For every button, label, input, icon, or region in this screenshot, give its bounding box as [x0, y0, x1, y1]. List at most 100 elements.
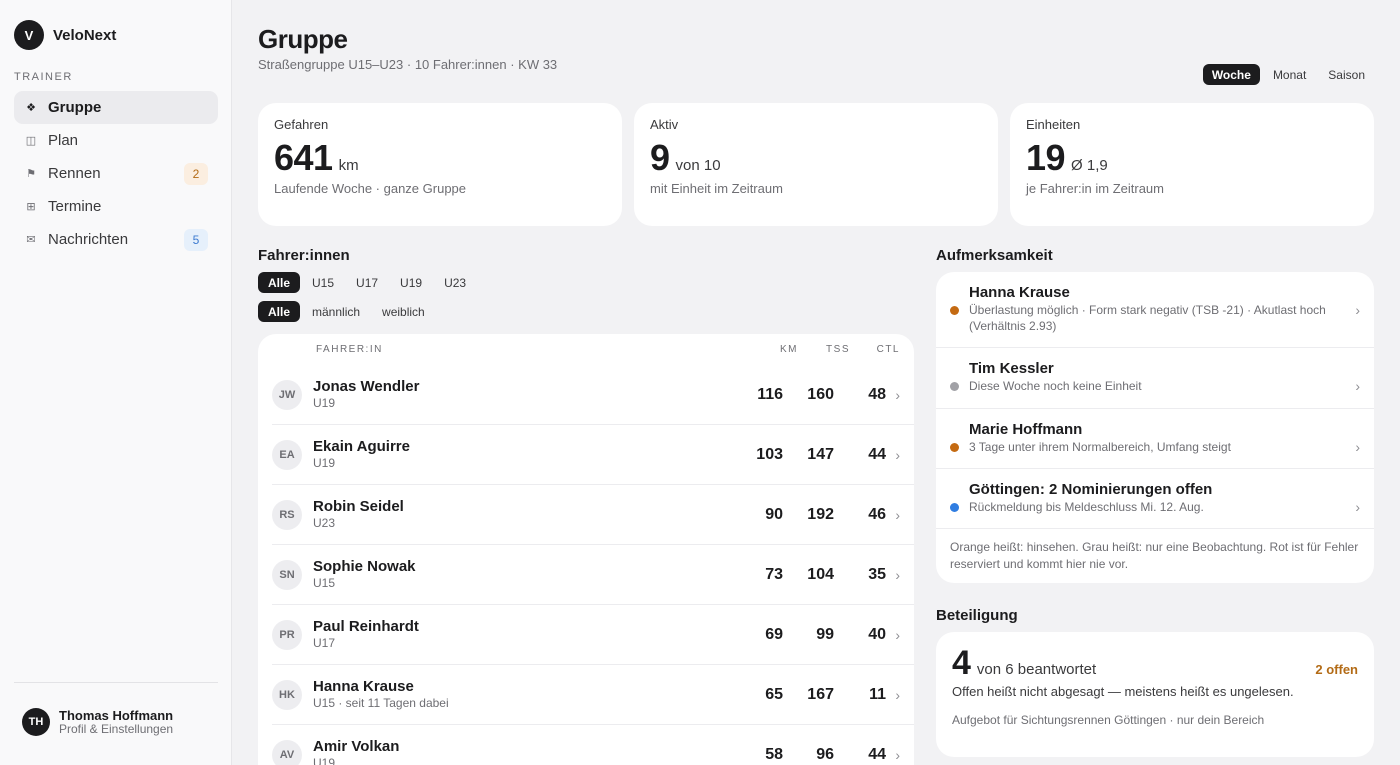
attention-item[interactable]: Göttingen: 2 Nominierungen offen Rückmeld…	[936, 469, 1374, 529]
table-row[interactable]: SN Sophie Nowak U15 73 104 35 ›	[272, 545, 914, 605]
table-row[interactable]: RS Robin Seidel U23 90 192 46 ›	[272, 485, 914, 545]
filter-age-alle[interactable]: Alle	[258, 272, 301, 293]
attention-item-title: Hanna Krause	[969, 284, 1070, 301]
kpi-desc: Laufende Woche · ganze Gruppe	[274, 181, 467, 196]
riders-title: Fahrer:innen	[258, 247, 350, 264]
avatar: AV	[272, 739, 302, 765]
rider-km: 90	[765, 505, 783, 523]
kpi-unit: von 10	[675, 157, 721, 174]
rider-name: Ekain Aguirre	[313, 438, 410, 455]
attention-item[interactable]: Marie Hoffmann 3 Tage unter ihrem Normalb…	[936, 409, 1374, 469]
kpi-value: 641	[274, 137, 333, 178]
chevron-right-icon: ›	[895, 446, 900, 463]
rider-ctl: 40	[868, 625, 886, 643]
filter-gender-alle[interactable]: Alle	[258, 301, 301, 322]
chevron-right-icon: ›	[1355, 439, 1360, 455]
gender-filter: Alle männlich weiblich	[258, 301, 435, 322]
participation-card[interactable]: 4 von 6 beantwortet 2 offen Offen heißt …	[936, 632, 1374, 757]
filter-age-u15[interactable]: U15	[302, 272, 344, 293]
user-sub: Profil & Einstellungen	[59, 721, 174, 736]
kpi-label: Gefahren	[274, 117, 329, 132]
page-subtitle: Straßengruppe U15–U23 · 10 Fahrer:innen …	[258, 57, 558, 72]
status-dot-icon	[950, 382, 959, 391]
column-header-km[interactable]: KM	[766, 344, 798, 355]
filter-gender-maennlich[interactable]: männlich	[302, 301, 370, 322]
sidebar-item-rennen[interactable]: ⚑ Rennen 2	[14, 157, 218, 190]
page-title: Gruppe	[258, 24, 348, 54]
rider-ctl: 46	[868, 505, 886, 523]
sidebar-item-plan[interactable]: ◫ Plan	[14, 124, 218, 157]
sidebar-item-gruppe[interactable]: ❖ Gruppe	[14, 91, 218, 124]
rider-name: Jonas Wendler	[313, 378, 420, 395]
age-filter: Alle U15 U17 U19 U23	[258, 272, 476, 293]
brand-logo: V	[14, 20, 44, 50]
period-monat[interactable]: Monat	[1264, 64, 1315, 85]
filter-age-u19[interactable]: U19	[390, 272, 432, 293]
profile-link[interactable]: TH Thomas Hoffmann Profil & Einstellunge…	[14, 682, 218, 736]
avatar: PR	[272, 619, 302, 650]
chevron-right-icon: ›	[1355, 302, 1360, 318]
attention-item[interactable]: Tim Kessler Diese Woche noch keine Einhei…	[936, 348, 1374, 409]
kpi-unit: km	[338, 157, 359, 174]
sidebar-item-termine[interactable]: ⊞ Termine	[14, 190, 218, 223]
avatar: TH	[22, 708, 50, 736]
table-row[interactable]: AV Amir Volkan U19 58 96 44 ›	[272, 725, 914, 765]
rider-km: 116	[757, 385, 783, 403]
chevron-right-icon: ›	[895, 566, 900, 583]
kpi-value: 9	[650, 137, 670, 178]
period-woche[interactable]: Woche	[1202, 64, 1260, 85]
participation-of: von 6 beantwortet	[976, 661, 1097, 678]
column-header-ctl[interactable]: CTL	[850, 344, 900, 355]
rider-ctl: 35	[868, 565, 886, 583]
filter-age-u23[interactable]: U23	[434, 272, 476, 293]
kpi-row: Gefahren 641 km Laufende Woche · ganze Gr…	[258, 103, 1374, 226]
participation-title: Beteiligung	[936, 607, 1018, 624]
period-switch: Woche Monat Saison	[1202, 64, 1374, 85]
table-row[interactable]: EA Ekain Aguirre U19 103 147 44 ›	[272, 425, 914, 485]
rider-tss: 96	[816, 745, 834, 763]
attention-card: Hanna Krause Überlastung möglich · Form s…	[936, 272, 1374, 583]
flag-icon: ⚑	[26, 168, 36, 180]
rider-ctl: 44	[868, 745, 886, 763]
filter-gender-weiblich[interactable]: weiblich	[372, 301, 435, 322]
plan-icon: ◫	[25, 135, 37, 147]
kpi-desc: mit Einheit im Zeitraum	[650, 181, 783, 196]
table-row[interactable]: HK Hanna Krause U15 · seit 11 Tagen dabei 6…	[272, 665, 914, 725]
rider-tss: 160	[807, 385, 834, 403]
sidebar-item-nachrichten[interactable]: ✉ Nachrichten 5	[14, 223, 218, 256]
rider-km: 58	[765, 745, 783, 763]
brand[interactable]: V VeloNext	[14, 20, 116, 50]
kpi-value: 19	[1026, 137, 1066, 178]
avatar: JW	[272, 379, 302, 410]
rider-km: 69	[765, 625, 783, 643]
rider-km: 73	[765, 565, 783, 583]
status-dot-icon	[950, 503, 959, 512]
count-badge: 2	[184, 162, 208, 185]
count-badge: 5	[184, 228, 208, 251]
riders-table: FAHRER:IN KM TSS CTL JW Jonas Wendler U19 1…	[258, 334, 914, 765]
attention-item-title: Marie Hoffmann	[969, 421, 1083, 438]
table-row[interactable]: JW Jonas Wendler U19 116 160 48 ›	[272, 365, 914, 425]
sidebar-item-label: Rennen	[48, 165, 101, 182]
kpi-label: Aktiv	[650, 117, 679, 132]
sidebar-section-label: TRAINER	[14, 71, 73, 83]
period-saison[interactable]: Saison	[1319, 64, 1374, 85]
sidebar-item-label: Gruppe	[48, 99, 102, 116]
rider-km: 65	[765, 685, 783, 703]
chevron-right-icon: ›	[895, 386, 900, 403]
rider-category: U17	[313, 636, 336, 650]
sidebar-item-label: Plan	[48, 132, 79, 149]
column-header-tss[interactable]: TSS	[798, 344, 850, 355]
rider-tss: 147	[807, 445, 834, 463]
attention-item[interactable]: Hanna Krause Überlastung möglich · Form s…	[936, 272, 1374, 348]
chevron-right-icon: ›	[1355, 378, 1360, 394]
chevron-right-icon: ›	[1355, 499, 1360, 515]
column-header-name[interactable]: FAHRER:IN	[316, 344, 766, 355]
table-row[interactable]: PR Paul Reinhardt U17 69 99 40 ›	[272, 605, 914, 665]
rider-ctl: 44	[868, 445, 886, 463]
kpi-card-gefahren: Gefahren 641 km Laufende Woche · ganze Gr…	[258, 103, 622, 226]
attention-item-title: Göttingen: 2 Nominierungen offen	[969, 481, 1213, 498]
rider-category: U19	[313, 396, 336, 410]
attention-item-desc: Überlastung möglich · Form stark negativ…	[969, 303, 1326, 333]
filter-age-u17[interactable]: U17	[346, 272, 388, 293]
